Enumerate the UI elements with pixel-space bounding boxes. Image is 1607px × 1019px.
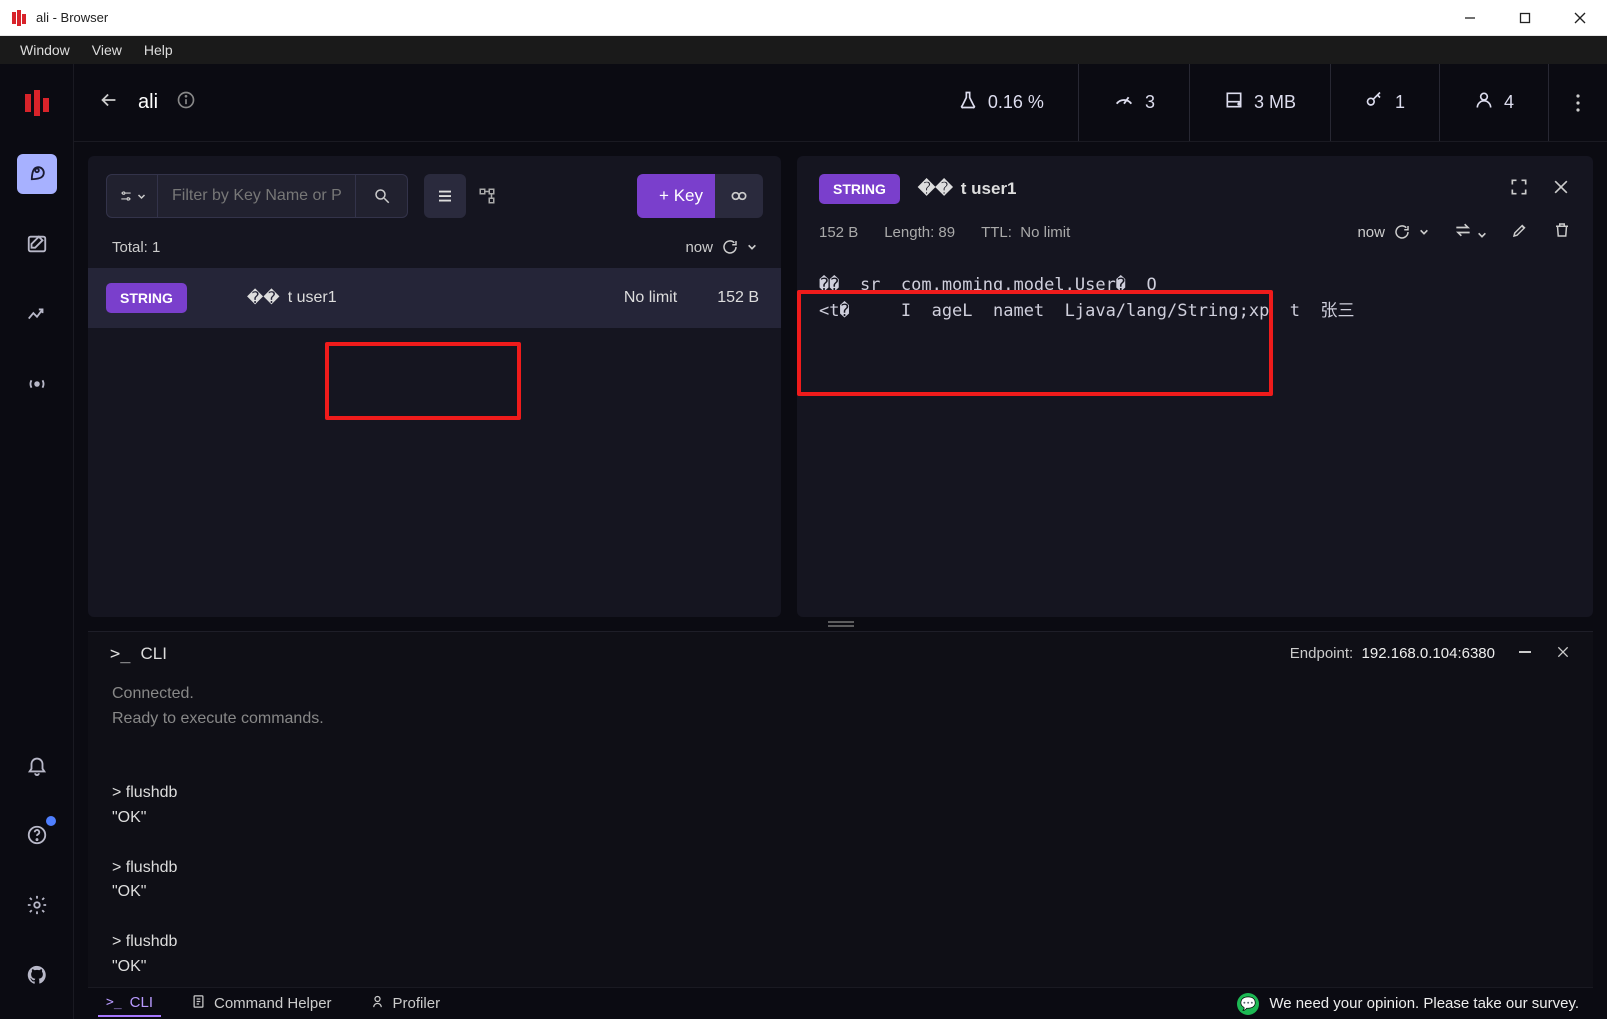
value-key-prefix: �� <box>918 179 953 199</box>
bulk-actions-button[interactable] <box>715 174 763 218</box>
user-icon <box>1474 90 1494 115</box>
back-button[interactable] <box>98 89 120 116</box>
cli-minimize-button[interactable] <box>1517 644 1533 664</box>
disk-icon <box>1224 90 1244 115</box>
key-icon <box>1365 90 1385 115</box>
length-value: 89 <box>938 224 955 241</box>
connection-name: ali <box>138 91 158 114</box>
header-more-button[interactable] <box>1548 64 1607 141</box>
close-value-button[interactable] <box>1551 177 1571 202</box>
keys-panel: + Key Total: 1 now STRING <box>88 156 781 617</box>
stat-keys-value: 1 <box>1395 92 1405 113</box>
sidebar-browser[interactable] <box>17 154 57 194</box>
survey-text: We need your opinion. Please take our su… <box>1269 995 1579 1012</box>
list-view-button[interactable] <box>424 174 466 218</box>
key-size: 152 B <box>717 289 781 307</box>
tree-view-button[interactable] <box>466 174 508 218</box>
value-autorefresh-label: now <box>1357 224 1385 241</box>
autorefresh-now-label: now <box>685 239 713 256</box>
document-icon <box>191 994 206 1013</box>
header-bar: ali 0.16 % 3 3 MB <box>74 64 1607 142</box>
bottom-tab-command-helper[interactable]: Command Helper <box>183 990 340 1017</box>
stat-memory-value: 3 MB <box>1254 92 1296 113</box>
window-title: ali - Browser <box>36 10 108 25</box>
add-key-button[interactable]: + Key <box>637 174 725 218</box>
sidebar-notifications[interactable] <box>17 745 57 785</box>
app-logo-icon <box>10 9 28 27</box>
notification-dot-icon <box>46 816 56 826</box>
prompt-icon: >_ <box>106 995 122 1010</box>
sidebar-pubsub[interactable] <box>17 364 57 404</box>
value-key-name: t user1 <box>961 179 1017 199</box>
value-size: 152 B <box>819 224 858 241</box>
key-name-prefix: �� <box>247 288 280 308</box>
endpoint-value: 192.168.0.104:6380 <box>1362 645 1495 662</box>
bottom-tab-cli[interactable]: >_ CLI <box>98 990 161 1017</box>
stat-commands-value: 3 <box>1145 92 1155 113</box>
window-minimize-button[interactable] <box>1442 0 1497 36</box>
prompt-icon: >_ <box>110 644 130 664</box>
bottom-bar: >_ CLI Command Helper Profiler 💬 We need… <box>88 987 1593 1019</box>
type-badge: STRING <box>106 283 187 313</box>
info-icon[interactable] <box>176 90 196 115</box>
menubar: Window View Help <box>0 36 1607 64</box>
total-keys-label: Total: 1 <box>112 239 160 256</box>
window-titlebar: ali - Browser <box>0 0 1607 36</box>
stat-cpu: 0.16 % <box>924 64 1078 141</box>
menubar-window[interactable]: Window <box>10 38 80 62</box>
edit-value-button[interactable] <box>1511 221 1529 243</box>
profiler-icon <box>370 994 385 1013</box>
ttl-value: No limit <box>1020 224 1070 241</box>
menubar-help[interactable]: Help <box>134 38 183 62</box>
search-button[interactable] <box>356 174 408 218</box>
stat-keys: 1 <box>1330 64 1439 141</box>
cli-close-button[interactable] <box>1555 644 1571 664</box>
cli-title: CLI <box>140 644 166 664</box>
flask-icon <box>958 90 978 115</box>
filter-input[interactable] <box>158 174 356 218</box>
key-name: t user1 <box>288 289 337 307</box>
key-row[interactable]: STRING �� t user1 No limit 152 B <box>88 268 781 328</box>
menubar-view[interactable]: View <box>82 38 132 62</box>
fullscreen-button[interactable] <box>1509 177 1529 202</box>
bottom-cmd-helper-label: Command Helper <box>214 995 332 1012</box>
ttl-label: TTL: <box>981 224 1012 241</box>
value-type-badge: STRING <box>819 174 900 204</box>
sidebar-github[interactable] <box>17 955 57 995</box>
gauge-icon <box>1113 89 1135 116</box>
sidebar <box>0 64 74 1019</box>
stat-memory: 3 MB <box>1189 64 1330 141</box>
chat-icon: 💬 <box>1237 993 1259 1015</box>
stat-cpu-value: 0.16 % <box>988 92 1044 113</box>
value-panel: STRING �� t user1 152 B Length: 89 TTL: … <box>797 156 1593 617</box>
bottom-tab-profiler[interactable]: Profiler <box>362 990 449 1017</box>
list-autorefresh[interactable]: now <box>685 238 757 256</box>
value-autorefresh[interactable]: now <box>1357 223 1429 241</box>
value-content[interactable]: �� sr com.moming.model.User� O <t� I age… <box>819 272 1571 325</box>
stat-commands: 3 <box>1078 64 1189 141</box>
bottom-profiler-label: Profiler <box>393 995 441 1012</box>
sidebar-analysis[interactable] <box>17 294 57 334</box>
survey-banner[interactable]: 💬 We need your opinion. Please take our … <box>1237 993 1579 1015</box>
length-label: Length: <box>884 224 934 241</box>
sidebar-help[interactable] <box>17 815 57 855</box>
key-ttl: No limit <box>624 289 717 307</box>
redis-logo-icon[interactable] <box>16 82 58 124</box>
stat-clients: 4 <box>1439 64 1548 141</box>
endpoint-label: Endpoint: <box>1290 645 1353 662</box>
filter-type-button[interactable] <box>106 174 158 218</box>
bottom-cli-label: CLI <box>130 994 153 1011</box>
delete-key-button[interactable] <box>1553 221 1571 243</box>
sidebar-workbench[interactable] <box>17 224 57 264</box>
cli-output[interactable]: Connected.Ready to execute commands. > f… <box>88 676 1593 987</box>
cli-panel: >_ CLI Endpoint: 192.168.0.104:6380 Conn… <box>88 631 1593 987</box>
swap-button[interactable] <box>1453 220 1487 244</box>
sidebar-settings[interactable] <box>17 885 57 925</box>
resize-handle[interactable] <box>74 617 1607 631</box>
stat-clients-value: 4 <box>1504 92 1514 113</box>
window-maximize-button[interactable] <box>1497 0 1552 36</box>
window-close-button[interactable] <box>1552 0 1607 36</box>
